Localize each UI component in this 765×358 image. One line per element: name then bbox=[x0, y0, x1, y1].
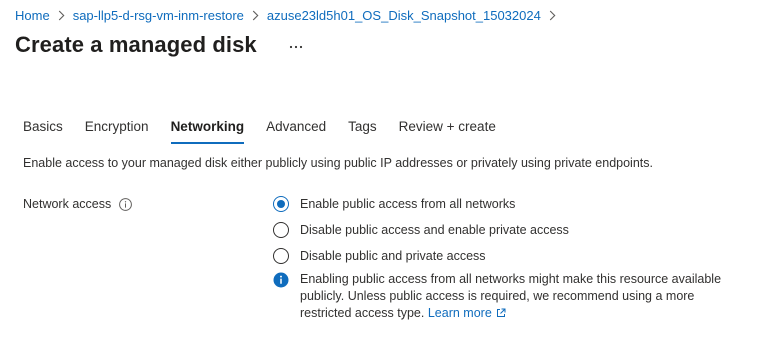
breadcrumb-home[interactable]: Home bbox=[15, 8, 50, 23]
tab-advanced[interactable]: Advanced bbox=[255, 110, 337, 142]
tab-bar: Basics Encryption Networking Advanced Ta… bbox=[12, 110, 507, 146]
breadcrumb-resource-group[interactable]: sap-llp5-d-rsg-vm-inm-restore bbox=[73, 8, 244, 23]
public-access-warning: Enabling public access from all networks… bbox=[273, 271, 743, 323]
breadcrumb: Home sap-llp5-d-rsg-vm-inm-restore azuse… bbox=[15, 6, 564, 24]
radio-button-selected[interactable] bbox=[273, 196, 289, 212]
networking-description: Enable access to your managed disk eithe… bbox=[23, 156, 653, 170]
radio-option-private-only[interactable]: Disable public access and enable private… bbox=[273, 217, 569, 243]
external-link-icon bbox=[496, 306, 506, 323]
network-access-radio-group: Enable public access from all networks D… bbox=[273, 191, 569, 269]
network-access-label-row: Network access bbox=[23, 197, 133, 211]
tab-tags[interactable]: Tags bbox=[337, 110, 388, 142]
learn-more-link[interactable]: Learn more bbox=[428, 306, 506, 320]
info-filled-icon bbox=[273, 272, 289, 288]
chevron-right-icon bbox=[58, 10, 65, 21]
chevron-right-icon bbox=[252, 10, 259, 21]
radio-option-enable-public[interactable]: Enable public access from all networks bbox=[273, 191, 569, 217]
radio-label: Disable public and private access bbox=[300, 249, 486, 263]
page-title: Create a managed disk bbox=[15, 32, 257, 57]
info-icon[interactable] bbox=[119, 197, 133, 211]
network-access-label: Network access bbox=[23, 197, 112, 211]
learn-more-label: Learn more bbox=[427, 306, 492, 320]
radio-label: Enable public access from all networks bbox=[300, 197, 516, 211]
chevron-right-icon bbox=[549, 10, 556, 21]
note-text: Enabling public access from all networks… bbox=[300, 272, 722, 320]
ellipsis-icon[interactable] bbox=[287, 38, 305, 56]
radio-button[interactable] bbox=[273, 248, 289, 264]
radio-option-disable-all[interactable]: Disable public and private access bbox=[273, 243, 569, 269]
breadcrumb-snapshot[interactable]: azuse23ld5h01_OS_Disk_Snapshot_15032024 bbox=[267, 8, 541, 23]
tab-networking[interactable]: Networking bbox=[160, 110, 256, 144]
tab-basics[interactable]: Basics bbox=[12, 110, 74, 142]
radio-label: Disable public access and enable private… bbox=[300, 223, 569, 237]
tab-review-create[interactable]: Review + create bbox=[388, 110, 507, 142]
note-text-container: Enabling public access from all networks… bbox=[300, 271, 743, 323]
radio-button[interactable] bbox=[273, 222, 289, 238]
tab-encryption[interactable]: Encryption bbox=[74, 110, 160, 142]
